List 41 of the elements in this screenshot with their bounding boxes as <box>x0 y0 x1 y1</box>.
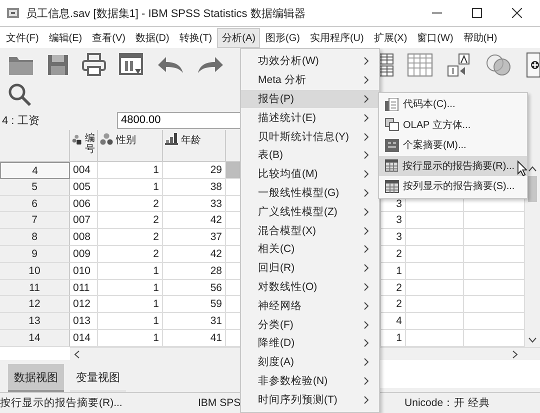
table-cell: 2 <box>98 212 163 230</box>
table-cell: 1 <box>98 178 163 196</box>
table-cell: 2 <box>381 296 406 314</box>
table-cell: 1 <box>98 262 163 280</box>
table-cell: 2 <box>98 229 163 246</box>
table-cell: 42 <box>163 212 226 230</box>
unicode-status: Unicode：开 经典 <box>404 396 491 410</box>
table-cell: 38 <box>163 178 226 196</box>
table-cell: 1 <box>98 162 163 179</box>
table-cell: 31 <box>163 313 226 330</box>
table-cell: 4 <box>381 313 406 330</box>
table-cell: 008 <box>70 229 98 246</box>
cell-name: 4 : 工资 <box>1 114 40 128</box>
table-cell: 3 <box>381 229 406 246</box>
table-cell: 2 <box>381 280 406 296</box>
table-cell: 009 <box>70 246 98 263</box>
table-cell: 2 <box>98 196 163 212</box>
table-cell: 1 <box>98 313 163 330</box>
table-cell: 33 <box>163 196 226 212</box>
processor-status: IBM SPS <box>198 397 241 409</box>
table-cell: 1 <box>98 296 163 314</box>
table-cell: 005 <box>70 178 98 196</box>
table-cell: 004 <box>70 162 98 179</box>
table-cell: 010 <box>70 262 98 280</box>
table-cell: 42 <box>163 246 226 263</box>
table-cell: 1 <box>98 280 163 296</box>
table-cell: 56 <box>163 280 226 296</box>
table-cell: 1 <box>381 262 406 280</box>
table-cell: 006 <box>70 196 98 212</box>
table-cell: 37 <box>163 229 226 246</box>
table-cell: 28 <box>163 262 226 280</box>
table-cell: 3 <box>381 212 406 230</box>
status-message: 按行显示的报告摘要(R)... <box>0 396 124 410</box>
table-cell: 2 <box>381 246 406 263</box>
table-cell: 012 <box>70 296 98 314</box>
table-cell: 59 <box>163 296 226 314</box>
window-title: 员工信息.sav [数据集1] - IBM SPSS Statistics 数据编辑器 <box>26 6 306 20</box>
table-cell: 011 <box>70 280 98 296</box>
table-cell: 013 <box>70 313 98 330</box>
table-cell: 007 <box>70 212 98 230</box>
table-cell: 2 <box>98 246 163 263</box>
